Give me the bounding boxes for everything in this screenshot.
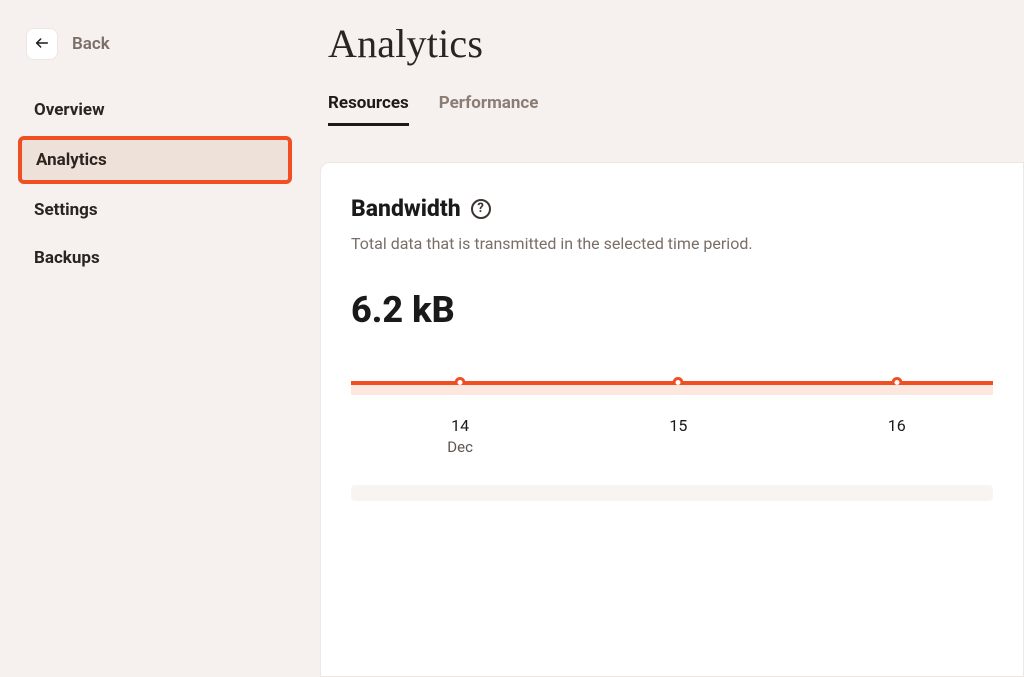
main: Analytics Resources Performance Bandwidt…: [310, 0, 1024, 677]
bandwidth-card: Bandwidth ? Total data that is transmitt…: [320, 162, 1024, 677]
chart-point: [455, 377, 466, 388]
tab-resources[interactable]: Resources: [328, 93, 409, 126]
sidebar-item-settings[interactable]: Settings: [18, 188, 292, 232]
sidebar-item-overview[interactable]: Overview: [18, 88, 292, 132]
back-label[interactable]: Back: [72, 34, 110, 54]
chart-x-label: 16: [888, 415, 906, 437]
arrow-left-icon: [34, 35, 50, 54]
x-month: Dec: [447, 437, 473, 458]
chart-scrubber[interactable]: [351, 485, 993, 501]
chart-point: [891, 377, 902, 388]
tab-performance[interactable]: Performance: [439, 93, 539, 126]
chart-x-axis: 14 Dec 15 16: [351, 415, 993, 465]
help-icon[interactable]: ?: [471, 199, 491, 219]
chart-point: [673, 377, 684, 388]
x-tick: 16: [888, 416, 906, 435]
sidebar: Back Overview Analytics Settings Backups: [0, 0, 310, 677]
x-tick: 14: [451, 416, 469, 435]
card-title: Bandwidth: [351, 195, 461, 222]
x-tick: 15: [669, 416, 687, 435]
page-title: Analytics: [320, 20, 1024, 67]
back-button[interactable]: [26, 28, 58, 60]
sidebar-nav: Overview Analytics Settings Backups: [0, 88, 310, 280]
tabs: Resources Performance: [320, 93, 1024, 134]
sidebar-item-backups[interactable]: Backups: [18, 236, 292, 280]
chart-line: [351, 381, 993, 385]
sidebar-item-analytics[interactable]: Analytics: [18, 136, 292, 184]
chart-x-label: 15: [669, 415, 687, 437]
bandwidth-chart: 14 Dec 15 16: [351, 381, 993, 501]
back-row: Back: [0, 20, 310, 88]
card-subtitle: Total data that is transmitted in the se…: [351, 234, 993, 253]
card-title-row: Bandwidth ?: [351, 195, 993, 222]
bandwidth-metric: 6.2 kB: [351, 289, 993, 331]
chart-x-label: 14 Dec: [447, 415, 473, 458]
